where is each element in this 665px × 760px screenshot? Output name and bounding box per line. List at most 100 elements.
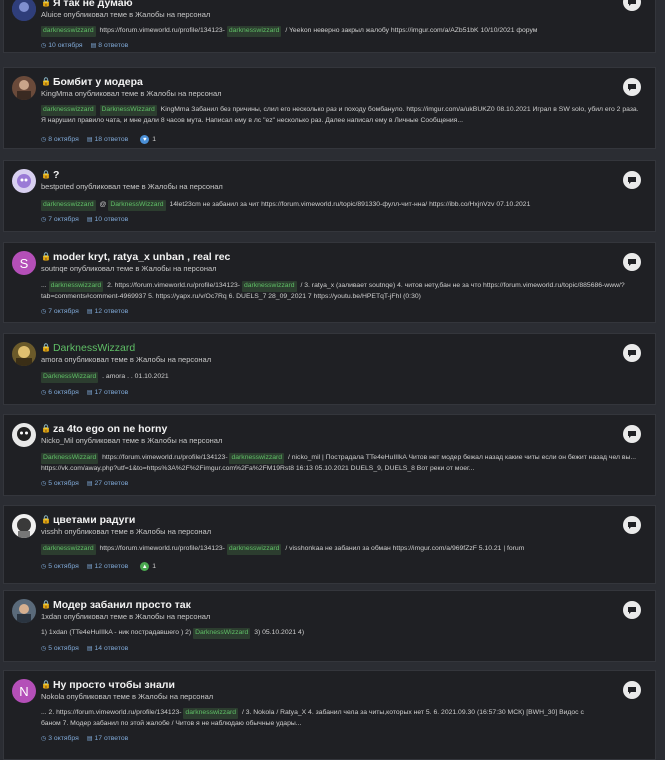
lock-icon: 🔒 [41,424,51,433]
user-mention[interactable]: DarknessWizzard [41,372,99,383]
topic-date[interactable]: ◷ 6 октября [41,389,79,396]
user-mention[interactable]: darknesswizzard [41,105,96,116]
heart-icon: ♥ [140,135,150,144]
topic-replies[interactable]: ▤ 27 ответов [87,480,128,487]
comments-icon: ▤ [86,217,93,223]
topic-title[interactable]: 🔒 Ну просто чтобы знали [41,679,615,691]
topic-date[interactable]: ◷ 5 октября [41,645,79,652]
topic-date[interactable]: ◷ 10 октября [41,42,83,49]
topic-card[interactable]: S 🔒 moder kryt, ratya_x unban , real rec … [3,242,656,323]
user-mention[interactable]: darknesswizzard [41,200,96,211]
topic-meta: ◷ 5 октября ▤ 27 ответов [41,480,128,487]
avatar-image [12,514,36,538]
topic-card[interactable]: 🔒 DarknessWizzard amora опубликовал теме … [3,333,656,405]
topic-date[interactable]: ◷ 8 октября [41,136,79,143]
topic-author-line: Aluice опубликовал теме в Жалобы на перс… [41,10,211,19]
reaction-count[interactable]: ▲ 1 [140,562,156,571]
user-mention[interactable]: darknesswizzard [183,708,239,719]
clock-icon: ◷ [41,43,47,49]
topic-replies[interactable]: ▤ 12 ответов [87,563,128,570]
topic-author-line: soutnqe опубликовал теме в Жалобы на пер… [41,264,217,273]
avatar[interactable] [12,514,36,538]
topic-title[interactable]: 🔒? [41,169,615,181]
open-topic-button[interactable] [623,601,641,619]
topic-title[interactable]: 🔒 Я так не думаю [41,0,615,9]
topic-date[interactable]: ◷ 7 октября [41,216,79,223]
avatar[interactable] [12,76,36,100]
topic-author-line: visshh опубликовал теме в Жалобы на перс… [41,527,212,536]
avatar[interactable]: S [12,251,36,275]
topic-snippet: darknesswizzard https://forum.vimeworld.… [41,544,645,555]
topic-date[interactable]: ◷ 5 октября [41,480,79,487]
open-topic-button[interactable] [623,344,641,362]
clock-icon: ◷ [41,646,47,652]
topic-author-line: amora опубликовал теме в Жалобы на персо… [41,355,212,364]
avatar[interactable] [12,423,36,447]
topic-title[interactable]: 🔒 moder kryt, ratya_x unban , real rec [41,251,615,263]
topic-replies[interactable]: ▤ 14 ответов [87,645,128,652]
topic-title[interactable]: 🔒 Бомбит у модера [41,76,615,88]
avatar-image [12,342,36,366]
topic-snippet: ... darknesswizzard 2. https://forum.vim… [41,281,625,300]
avatar[interactable]: N [12,679,36,703]
open-topic-button[interactable] [623,681,641,699]
chat-bubble-icon [628,350,636,357]
avatar[interactable] [12,169,36,193]
topic-replies[interactable]: ▤ 12 ответов [87,308,128,315]
topic-card[interactable]: 🔒 Модер забанил просто так 1xdan опублико… [3,590,656,662]
user-mention[interactable]: DarknessWizzard [193,628,251,639]
open-topic-button[interactable] [623,171,641,189]
open-topic-button[interactable] [623,0,641,11]
user-mention[interactable]: darknesswizzard [41,26,96,37]
open-topic-button[interactable] [623,425,641,443]
topic-snippet: DarknessWizzard https://forum.vimeworld.… [41,453,637,472]
comments-icon: ▤ [86,390,93,396]
user-mention[interactable]: DarknessWizzard [99,105,157,116]
chat-bubble-icon [628,687,636,694]
user-mention[interactable]: DarknessWizzard [108,200,166,211]
user-mention[interactable]: darknesswizzard [241,281,297,292]
topic-replies[interactable]: ▤ 17 ответов [87,389,128,396]
topic-meta: ◷ 3 октября ▤ 17 ответов [41,735,128,742]
topic-title[interactable]: 🔒 цветами радуги [41,514,615,526]
topic-card[interactable]: 🔒 цветами радуги visshh опубликовал теме … [3,505,656,584]
open-topic-button[interactable] [623,78,641,96]
topic-replies[interactable]: ▤ 18 ответов [87,136,128,143]
topic-date[interactable]: ◷ 3 октября [41,735,79,742]
reaction-count[interactable]: ♥ 1 [140,135,156,144]
topic-card[interactable]: 🔒 Я так не думаю Aluice опубликовал теме … [3,0,656,53]
topic-title[interactable]: 🔒 za 4to ego on ne horny [41,423,615,435]
chat-bubble-icon [628,522,636,529]
topic-title[interactable]: 🔒 DarknessWizzard [41,342,615,354]
avatar-image [12,599,36,623]
user-mention[interactable]: darknesswizzard [226,26,282,37]
user-mention[interactable]: darknesswizzard [229,453,285,464]
topic-snippet: DarknessWizzard . amora . . 01.10.2021 [41,372,645,383]
avatar[interactable] [12,0,36,21]
topic-title[interactable]: 🔒 Модер забанил просто так [41,599,615,611]
user-mention[interactable]: darknesswizzard [41,544,96,555]
avatar[interactable] [12,342,36,366]
chat-bubble-icon [628,84,636,91]
topic-date[interactable]: ◷ 5 октября [41,563,79,570]
chat-bubble-icon [628,431,636,438]
topic-date[interactable]: ◷ 7 октября [41,308,79,315]
comments-icon: ▤ [86,137,93,143]
comments-icon: ▤ [86,564,93,570]
topic-replies[interactable]: ▤ 17 ответов [87,735,128,742]
clock-icon: ◷ [41,564,47,570]
topic-card[interactable]: 🔒? bestpoted опубликовал теме в Жалобы н… [3,160,656,232]
topic-card[interactable]: 🔒 Бомбит у модера KingMma опубликовал тем… [3,67,656,149]
user-mention[interactable]: darknesswizzard [48,281,104,292]
topic-replies[interactable]: ▤ 10 ответов [87,216,128,223]
open-topic-button[interactable] [623,253,641,271]
topic-card[interactable]: 🔒 za 4to ego on ne horny Nicko_Mil опубли… [3,414,656,496]
open-topic-button[interactable] [623,516,641,534]
user-mention[interactable]: darknesswizzard [226,544,282,555]
topic-card[interactable]: N 🔒 Ну просто чтобы знали Nokola опублико… [3,670,656,760]
scrollbar[interactable] [659,0,665,740]
avatar[interactable] [12,599,36,623]
topic-replies[interactable]: ▤ 8 ответов [91,42,129,49]
avatar-image [12,423,36,447]
user-mention[interactable]: DarknessWizzard [41,453,99,464]
